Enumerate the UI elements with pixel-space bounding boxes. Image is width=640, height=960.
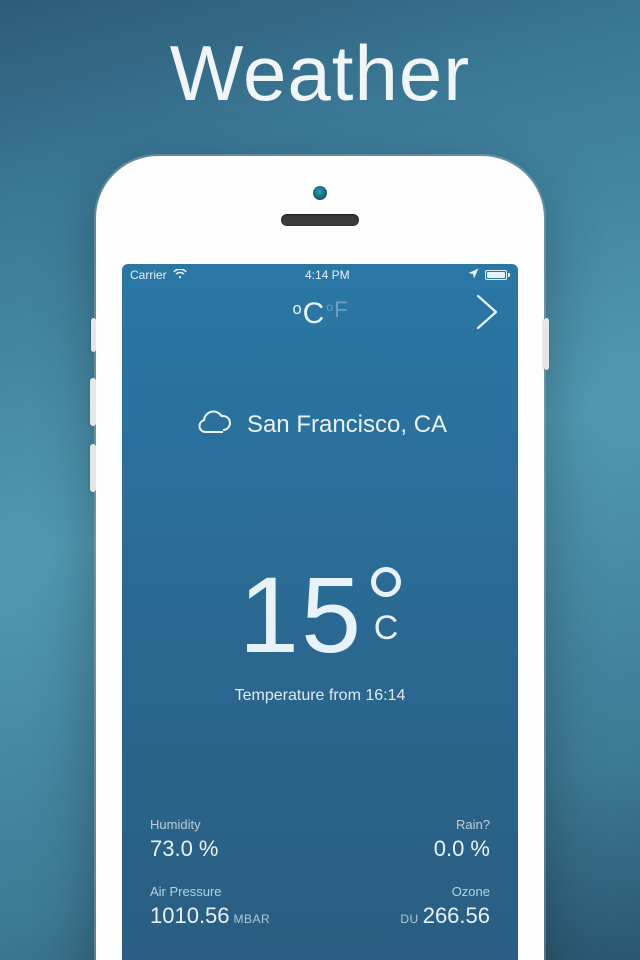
chevron-right-icon — [472, 319, 502, 336]
location-row: San Francisco, CA — [122, 408, 518, 441]
stat-value: 1010.56MBAR — [150, 903, 270, 929]
stat-label: Air Pressure — [150, 884, 270, 899]
stat-pressure: Air Pressure 1010.56MBAR — [150, 884, 270, 929]
degree-icon — [371, 567, 401, 597]
stat-ozone: Ozone DU266.56 — [400, 884, 490, 929]
speaker-grill — [281, 214, 359, 226]
temperature-unit: C — [374, 609, 399, 648]
front-camera — [313, 186, 327, 200]
location-label: San Francisco, CA — [247, 411, 447, 439]
cloud-icon — [193, 408, 233, 441]
stat-value: 0.0 % — [434, 836, 490, 862]
temperature-block: 15 C Temperature from 16:14 — [122, 561, 518, 705]
temperature-value: 15 — [239, 561, 363, 669]
stat-humidity: Humidity 73.0 % — [150, 817, 219, 862]
stats-row-2: Air Pressure 1010.56MBAR Ozone DU266.56 — [122, 884, 518, 929]
location-icon — [468, 268, 479, 282]
carrier-label: Carrier — [130, 268, 167, 282]
page-title: Weather — [0, 0, 640, 119]
battery-icon — [485, 270, 510, 280]
next-button[interactable] — [472, 292, 502, 337]
wifi-icon — [173, 268, 187, 282]
unit-celsius-toggle[interactable]: oC — [292, 297, 324, 331]
unit-fahrenheit-toggle[interactable]: oF — [326, 297, 347, 323]
phone-frame: Carrier 4:14 PM oC oF — [96, 156, 544, 960]
mute-switch — [91, 318, 96, 352]
stat-label: Humidity — [150, 817, 219, 832]
stat-label: Ozone — [452, 884, 490, 899]
volume-up-button — [90, 378, 96, 426]
stat-rain: Rain? 0.0 % — [434, 817, 490, 862]
stats-row-1: Humidity 73.0 % Rain? 0.0 % — [122, 817, 518, 862]
volume-down-button — [90, 444, 96, 492]
screen: Carrier 4:14 PM oC oF — [122, 264, 518, 960]
stat-label: Rain? — [456, 817, 490, 832]
status-bar: Carrier 4:14 PM — [122, 264, 518, 286]
power-button — [544, 318, 549, 370]
temperature-subtitle: Temperature from 16:14 — [122, 687, 518, 705]
stat-value: DU266.56 — [400, 903, 490, 929]
clock-label: 4:14 PM — [305, 268, 350, 282]
unit-toggle-row: oC oF — [122, 290, 518, 338]
stat-value: 73.0 % — [150, 836, 219, 862]
